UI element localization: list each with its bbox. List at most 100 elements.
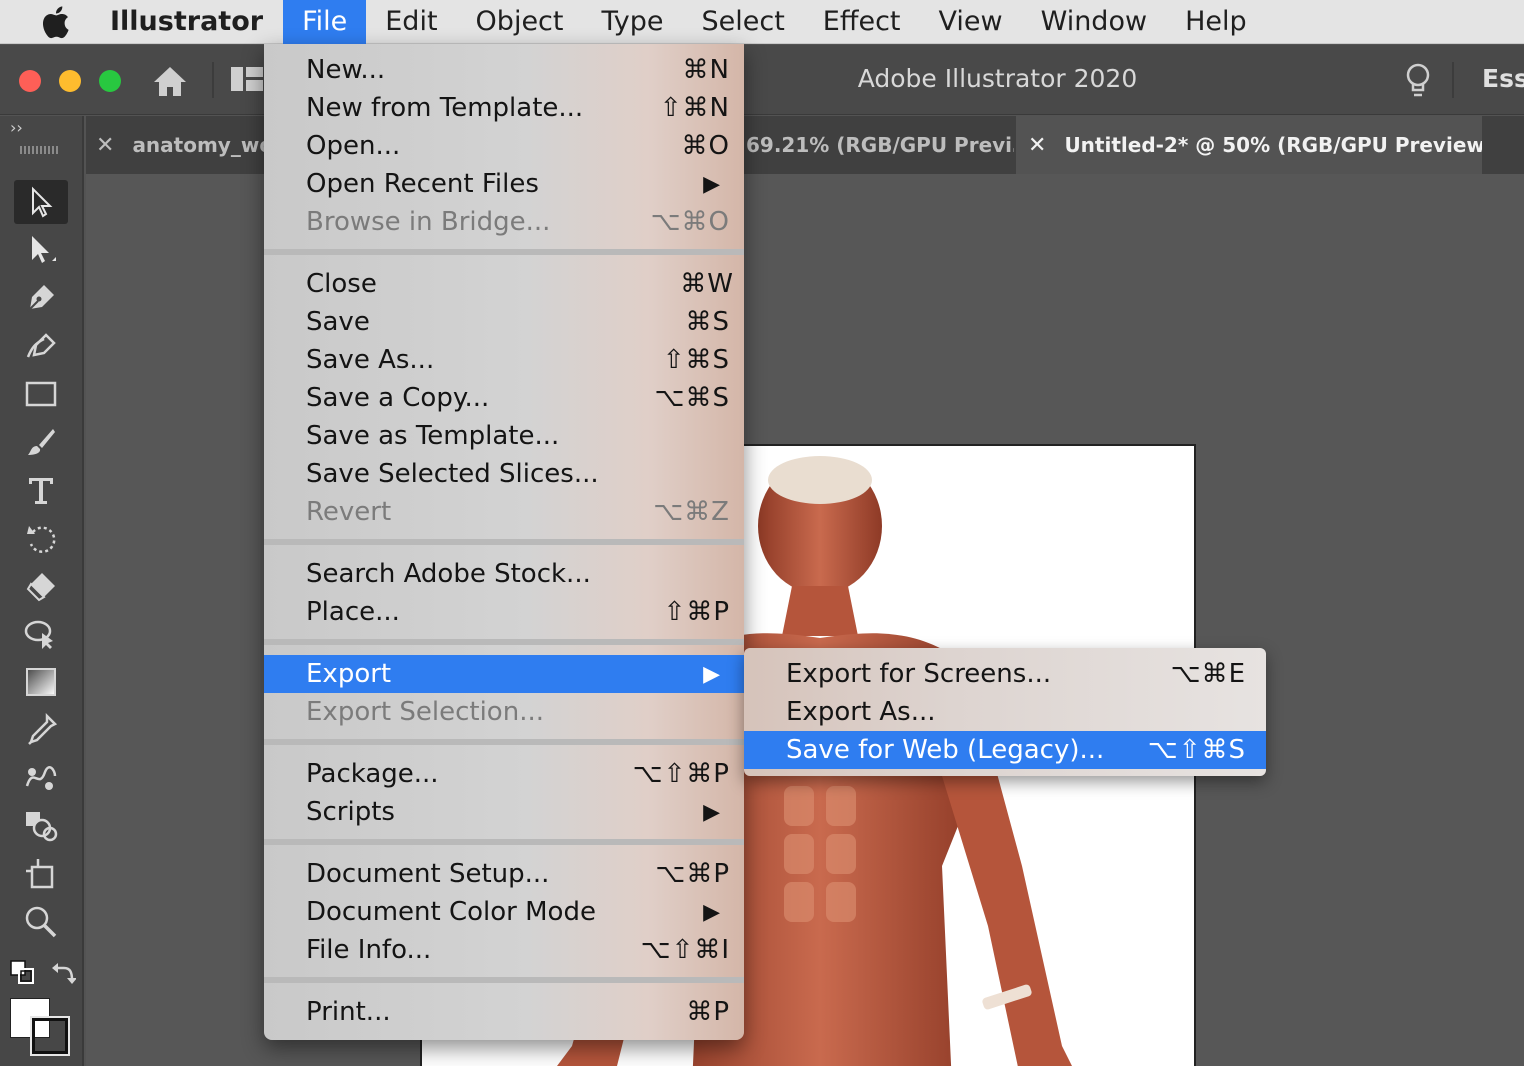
shortcut-text: ⇧⌘P [663,597,730,627]
menu-separator [264,539,744,545]
rectangle-tool-icon[interactable] [14,372,68,416]
home-icon[interactable] [152,64,188,102]
menu-separator [264,839,744,845]
close-tab-icon[interactable]: ✕ [96,133,114,158]
menu-item-document-setup[interactable]: Document Setup... ⌥⌘P [264,855,744,893]
menu-item-save-a-copy[interactable]: Save a Copy... ⌥⌘S [264,379,744,417]
file-menu-dropdown: New... ⌘N New from Template... ⇧⌘N Open...… [264,44,744,1040]
collapse-panel-button[interactable]: ›› [10,118,23,137]
menu-item-save-as-template[interactable]: Save as Template... [264,417,744,455]
app-menu-illustrator[interactable]: Illustrator [110,6,263,37]
shortcut-text: ⌥⌘P [655,859,730,889]
menu-edit[interactable]: Edit [366,0,456,44]
submenu-item-export-for-screens[interactable]: Export for Screens... ⌥⌘E [744,655,1266,693]
submenu-arrow-icon: ▶ [703,799,720,825]
menu-separator [264,249,744,255]
shortcut-text: ⇧⌘S [662,345,730,375]
menu-separator [264,977,744,983]
apple-menu-icon[interactable] [0,0,110,44]
rotate-tool-icon[interactable] [14,516,68,560]
menu-item-save[interactable]: Save ⌘S [264,303,744,341]
swap-fill-stroke-icon[interactable] [50,960,77,990]
titlebar-divider [212,62,214,98]
menu-item-export[interactable]: Export ▶ [264,655,744,693]
workspace-switcher[interactable]: Ess [1482,64,1524,93]
menu-item-print[interactable]: Print... ⌘P [264,993,744,1031]
menu-separator [264,639,744,645]
menu-item-export-selection: Export Selection... [306,697,544,727]
submenu-arrow-icon: ▶ [703,661,720,687]
eyedropper-tool-icon[interactable] [14,708,68,752]
shortcut-text: ⌥⌘O [650,207,730,237]
lasso-tool-icon[interactable] [14,612,68,656]
menu-help[interactable]: Help [1166,0,1266,44]
shape-builder-tool-icon[interactable] [14,804,68,848]
app-window-title: Adobe Illustrator 2020 [857,64,1138,93]
tab-anatomy[interactable]: ✕ anatomy_wo [96,116,264,174]
default-fill-stroke-icon[interactable] [10,960,34,988]
menu-item-save-as[interactable]: Save As... ⇧⌘S [264,341,744,379]
direct-selection-tool-icon[interactable] [14,228,68,272]
submenu-item-save-for-web-legacy[interactable]: Save for Web (Legacy)... ⌥⇧⌘S [744,731,1266,769]
menu-item-scripts[interactable]: Scripts ▶ [264,793,744,831]
shortcut-text: ⌥⌘E [1170,659,1246,689]
zoom-tool-icon[interactable] [14,900,68,944]
blend-tool-icon[interactable] [14,756,68,800]
curvature-tool-icon[interactable] [14,324,68,368]
pen-tool-icon[interactable] [14,276,68,320]
tab-untitled-2[interactable]: ✕ Untitled-2* @ 50% (RGB/GPU Preview) [1016,116,1482,174]
menu-type[interactable]: Type [582,0,682,44]
submenu-item-export-as[interactable]: Export As... [744,693,1266,731]
menu-file[interactable]: File [283,0,367,44]
menu-object[interactable]: Object [457,0,583,44]
submenu-arrow-icon: ▶ [703,171,720,197]
shortcut-text: ⇧⌘N [659,93,730,123]
menu-item-browse-in-bridge: Browse in Bridge... ⌥⌘O [306,207,730,237]
menu-item-open-recent-files[interactable]: Open Recent Files ▶ [264,165,744,203]
menu-window[interactable]: Window [1022,0,1166,44]
selection-tool-icon[interactable] [14,180,68,224]
shortcut-text: ⌥⌘Z [653,497,730,527]
tab-label: anatomy_wo [132,133,264,157]
menu-item-close[interactable]: Close ⌘W [264,265,744,303]
menu-item-revert: Revert ⌥⌘Z [306,497,730,527]
lightbulb-icon[interactable] [1404,62,1432,104]
zoom-window-button[interactable] [99,70,121,92]
menu-item-search-adobe-stock[interactable]: Search Adobe Stock... [264,555,744,593]
shortcut-text: ⌥⌘S [654,383,730,413]
shortcut-text: ⌘P [686,997,730,1027]
menu-item-document-color-mode[interactable]: Document Color Mode ▶ [264,893,744,931]
close-window-button[interactable] [19,70,41,92]
menu-effect[interactable]: Effect [804,0,920,44]
panel-grip-handle[interactable] [20,146,60,154]
export-submenu: Export for Screens... ⌥⌘E Export As... Sa… [744,648,1266,776]
menu-view[interactable]: View [920,0,1022,44]
eraser-tool-icon[interactable] [14,564,68,608]
artboard-tool-icon[interactable] [14,852,68,896]
menu-item-open[interactable]: Open... ⌘O [264,127,744,165]
tools-panel: ›› [0,116,84,1066]
menu-item-new[interactable]: New... ⌘N [264,51,744,89]
arrange-documents-icon[interactable] [230,66,264,96]
close-tab-icon[interactable]: ✕ [1028,133,1046,158]
shortcut-text: ⌘O [681,131,730,161]
menu-item-place[interactable]: Place... ⇧⌘P [264,593,744,631]
type-tool-icon[interactable] [14,468,68,512]
tab-second-document[interactable]: 69.21% (RGB/GPU Previ… [746,116,1014,174]
menu-item-package[interactable]: Package... ⌥⇧⌘P [264,755,744,793]
menu-separator [264,739,744,745]
tab-label: Untitled-2* @ 50% (RGB/GPU Preview) [1064,133,1482,157]
shortcut-text: ⌘N [682,55,730,85]
shortcut-text: ⌘W [680,269,734,299]
system-menu-bar: Illustrator File Edit Object Type Select… [0,0,1524,44]
stroke-color-swatch[interactable] [30,1016,70,1056]
submenu-arrow-icon: ▶ [703,899,720,925]
gradient-tool-icon[interactable] [14,660,68,704]
shortcut-text: ⌥⇧⌘P [632,759,730,789]
menu-select[interactable]: Select [683,0,804,44]
minimize-window-button[interactable] [59,70,81,92]
menu-item-new-from-template[interactable]: New from Template... ⇧⌘N [264,89,744,127]
menu-item-save-selected-slices[interactable]: Save Selected Slices... [264,455,744,493]
menu-item-file-info[interactable]: File Info... ⌥⇧⌘I [264,931,744,969]
paintbrush-tool-icon[interactable] [14,420,68,464]
